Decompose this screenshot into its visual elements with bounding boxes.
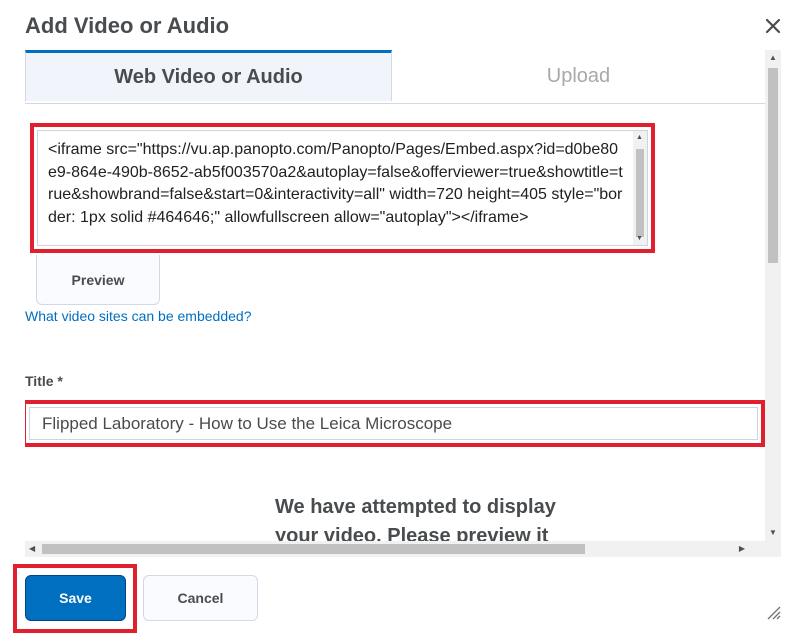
scroll-right-icon[interactable]: ▶	[739, 544, 745, 553]
dialog-vertical-scrollbar[interactable]: ▲ ▼	[765, 50, 781, 557]
embed-scrollbar-thumb[interactable]	[636, 149, 644, 237]
title-label: Title *	[25, 373, 63, 389]
scroll-up-icon[interactable]: ▲	[636, 134, 643, 141]
embed-sites-link[interactable]: What video sites can be embedded?	[25, 308, 251, 324]
embed-code-textarea[interactable]: <iframe src="https://vu.ap.panopto.com/P…	[37, 130, 648, 246]
embed-code-highlight: <iframe src="https://vu.ap.panopto.com/P…	[30, 123, 655, 253]
scroll-down-icon[interactable]: ▼	[636, 235, 643, 242]
cancel-button[interactable]: Cancel	[143, 575, 258, 621]
tab-bar: Web Video or Audio Upload	[25, 50, 765, 104]
resize-handle-icon[interactable]	[765, 604, 781, 620]
embed-code-text: <iframe src="https://vu.ap.panopto.com/P…	[48, 141, 623, 226]
horizontal-scrollbar-thumb[interactable]	[42, 544, 585, 554]
scroll-down-icon[interactable]: ▼	[769, 528, 777, 537]
scroll-up-icon[interactable]: ▲	[769, 53, 777, 62]
dialog-content: Web Video or Audio Upload <iframe src="h…	[25, 50, 780, 557]
tab-web-video[interactable]: Web Video or Audio	[25, 50, 392, 101]
save-button[interactable]: Save	[25, 575, 126, 621]
close-icon[interactable]	[763, 16, 783, 36]
tab-upload[interactable]: Upload	[392, 50, 765, 103]
title-input[interactable]: Flipped Laboratory - How to Use the Leic…	[29, 407, 758, 440]
preview-button[interactable]: Preview	[36, 255, 160, 305]
title-field-highlight: Flipped Laboratory - How to Use the Leic…	[25, 400, 765, 447]
dialog-horizontal-scrollbar[interactable]: ◀ ▶	[25, 541, 765, 557]
vertical-scrollbar-thumb[interactable]	[768, 68, 778, 263]
scroll-left-icon[interactable]: ◀	[29, 544, 35, 553]
embed-scrollbar[interactable]: ▲ ▼	[633, 131, 647, 245]
dialog-title: Add Video or Audio	[25, 13, 230, 38]
